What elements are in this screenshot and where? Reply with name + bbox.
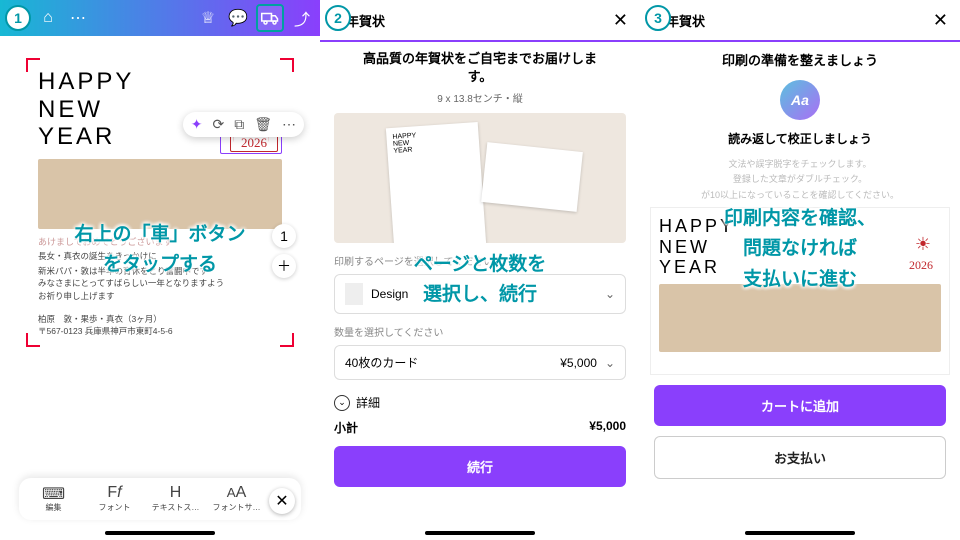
crown-icon[interactable]: ♕ <box>196 6 220 30</box>
text-style-tool[interactable]: Hテキストス… <box>147 484 204 514</box>
close-icon[interactable]: ✕ <box>933 10 948 31</box>
qty-label: 数量を選択してください <box>334 324 626 339</box>
quantity-select[interactable]: 40枚のカード ¥5,000 ⌄ <box>334 345 626 380</box>
more-icon[interactable]: ⋯ <box>66 6 90 30</box>
step-badge-2: 2 <box>325 5 351 31</box>
chevron-down-icon: ⌄ <box>334 395 350 411</box>
rotate-icon[interactable]: ⟳ <box>212 116 224 133</box>
magic-icon[interactable]: ✦ <box>191 116 203 133</box>
sheet-header: ‹ 年賀状 ✕ <box>320 0 640 42</box>
font-tool[interactable]: Ffフォント <box>86 484 143 514</box>
share-icon[interactable]: ⤴ <box>290 6 314 30</box>
home-icon[interactable]: ⌂ <box>36 6 60 30</box>
sheet-title: 年賀状 <box>666 11 933 30</box>
edit-tool[interactable]: ⌨編集 <box>25 484 82 514</box>
lead-text: 印刷の準備を整えましょう <box>654 52 946 70</box>
checkout-button[interactable]: お支払い <box>654 436 946 479</box>
design-canvas[interactable]: HAPPY NEW YEAR 2026 ✦ ⟳ ⧉ 🗑 ⋯ 1 ＋ あけましてお… <box>20 56 300 349</box>
sheet-header: ‹ 年賀状 ✕ <box>640 0 960 42</box>
product-mockup: HAPPYNEWYEAR <box>334 113 626 243</box>
photo-placeholder[interactable] <box>38 159 282 229</box>
continue-button[interactable]: 続行 <box>334 446 626 487</box>
print-truck-icon[interactable] <box>256 4 284 32</box>
close-icon[interactable]: ✕ <box>613 10 628 31</box>
bottom-toolbar: ⌨編集 Ffフォント Hテキストス… AAフォントサ… ✕ <box>19 478 301 520</box>
detail-toggle[interactable]: ⌄ 詳細 <box>334 394 626 411</box>
proofread-desc: 文法や誤字脱字をチェックします。登録した文章がダブルチェック。が10以上になって… <box>654 157 946 203</box>
step-badge-3: 3 <box>645 5 671 31</box>
close-toolbar-button[interactable]: ✕ <box>269 488 295 514</box>
subtotal-row: 小計¥5,000 <box>334 419 626 436</box>
home-indicator <box>105 531 215 535</box>
lead-text: 高品質の年賀状をご自宅までお届けします。 <box>334 50 626 86</box>
dimensions-text: 9 x 13.8センチ・縦 <box>334 90 626 105</box>
trash-icon[interactable]: 🗑 <box>254 116 272 133</box>
home-indicator <box>745 531 855 535</box>
home-indicator <box>425 531 535 535</box>
copy-icon[interactable]: ⧉ <box>234 116 244 133</box>
proofread-title: 読み返して校正しましょう <box>654 130 946 147</box>
element-toolbar: ✦ ⟳ ⧉ 🗑 ⋯ <box>183 112 304 137</box>
comment-icon[interactable]: 💬 <box>226 6 250 30</box>
overflow-icon[interactable]: ⋯ <box>282 116 296 133</box>
proofread-icon: Aa <box>780 80 820 120</box>
add-to-cart-button[interactable]: カートに追加 <box>654 385 946 426</box>
instruction-overlay-1: 右上の「車」ボタンをタップする <box>0 220 320 281</box>
signature[interactable]: 柏原 敦・果歩・真衣（3ヶ月） 〒567-0123 兵庫県神戸市東町4-5-6 <box>38 313 282 337</box>
chevron-down-icon: ⌄ <box>605 356 615 370</box>
editor-topbar: ‹ ⌂ ⋯ ♕ 💬 ⤴ <box>0 0 320 36</box>
instruction-overlay-3: 印刷内容を確認、問題なければ支払いに進む <box>640 204 960 295</box>
instruction-overlay-2: ページと枚数を選択し、続行 <box>320 250 640 311</box>
sheet-title: 年賀状 <box>346 11 613 30</box>
font-size-tool[interactable]: AAフォントサ… <box>208 484 265 514</box>
step-badge-1: 1 <box>5 5 31 31</box>
price-text: ¥5,000 <box>560 356 597 370</box>
